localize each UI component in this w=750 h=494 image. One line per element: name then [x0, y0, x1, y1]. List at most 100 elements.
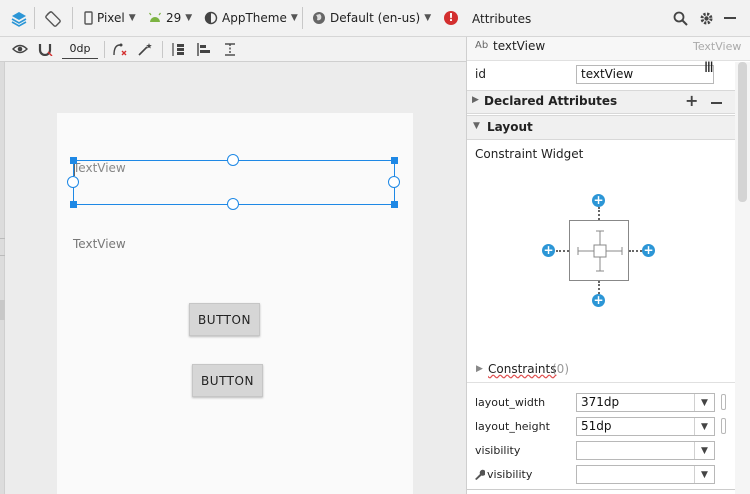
id-label: id — [475, 67, 486, 81]
expand-arrow-icon: ▶ — [476, 364, 483, 374]
error-icon[interactable]: ! — [444, 11, 458, 25]
dropdown-arrow-icon[interactable]: ▼ — [694, 442, 714, 459]
canvas-toolbar: 0dp — [0, 37, 466, 62]
anchor-top[interactable] — [227, 154, 239, 166]
minimize-icon[interactable] — [724, 17, 736, 19]
resize-handle-top-left[interactable] — [70, 157, 77, 164]
constraints-row[interactable]: ▶ Constraints (0) — [467, 359, 750, 383]
chevron-down-icon: ▼ — [185, 13, 193, 23]
expand-arrow-icon: ▶ — [472, 95, 479, 105]
attr-row-tools-visibility: visibility ▼ — [467, 464, 750, 487]
constraints-label: Constraints — [488, 362, 557, 376]
chevron-down-icon: ▼ — [128, 13, 136, 23]
layout-width-field[interactable]: 371dp ▼ — [576, 393, 715, 412]
attr-label: visibility — [487, 468, 533, 481]
infer-constraints-icon[interactable] — [137, 42, 153, 60]
declared-attributes-section[interactable]: ▶ Declared Attributes + — [467, 90, 750, 114]
design-toolbar: Pixel ▼ 29 ▼ AppTheme ▼ Default (en-us) … — [0, 0, 466, 37]
dropdown-arrow-icon[interactable]: ▼ — [694, 418, 714, 435]
wrench-icon — [475, 469, 485, 480]
clear-constraints-icon[interactable] — [112, 42, 128, 60]
globe-icon — [313, 12, 325, 24]
component-type-badge: Ab — [475, 40, 489, 51]
id-row: id textView Ⅲ — [467, 60, 750, 89]
locale-selector[interactable]: Default (en-us) ▼ — [312, 11, 431, 25]
android-icon — [149, 12, 161, 22]
chevron-down-icon: ▼ — [290, 13, 298, 23]
text-cursor — [74, 163, 75, 176]
attr-label: visibility — [475, 444, 521, 457]
declared-attributes-label: Declared Attributes — [484, 94, 618, 108]
align-icon[interactable] — [196, 42, 212, 60]
widget-size-icon — [577, 230, 623, 272]
constraint-widget-label: Constraint Widget — [475, 147, 584, 161]
anchor-left[interactable] — [67, 176, 79, 188]
button-1[interactable]: BUTTON — [189, 303, 260, 336]
tools-visibility-field[interactable]: ▼ — [576, 465, 715, 484]
resize-handle-bottom-right[interactable] — [391, 201, 398, 208]
id-value: textView — [581, 67, 634, 81]
orientation-icon[interactable] — [44, 10, 62, 31]
device-selector[interactable]: Pixel ▼ — [84, 11, 136, 25]
add-left-constraint-icon[interactable]: + — [542, 244, 555, 257]
theme-label: AppTheme — [222, 11, 287, 25]
component-row: Ab textView TextView — [467, 37, 750, 61]
selected-textview-text: TextView — [73, 161, 126, 175]
layers-icon[interactable] — [10, 10, 28, 31]
android-studio-layout-editor: Pixel ▼ 29 ▼ AppTheme ▼ Default (en-us) … — [0, 0, 750, 494]
api-level-selector[interactable]: 29 ▼ — [148, 11, 192, 25]
pack-icon[interactable] — [170, 42, 186, 60]
add-attribute-icon[interactable]: + — [685, 91, 698, 110]
magnet-icon[interactable] — [37, 42, 53, 59]
gear-icon[interactable] — [699, 11, 714, 29]
id-field[interactable]: textView — [576, 65, 714, 84]
constraint-widget-box — [569, 220, 629, 281]
panel-title: Attributes — [472, 12, 532, 26]
attr-label: layout_height — [475, 420, 550, 433]
anchor-right[interactable] — [388, 176, 400, 188]
scrollbar-thumb[interactable] — [738, 62, 747, 202]
phone-icon — [84, 11, 93, 25]
canvas-left-edge — [0, 62, 5, 494]
remove-attribute-icon[interactable] — [711, 102, 722, 104]
layout-label: Layout — [487, 120, 533, 134]
guidelines-icon[interactable] — [222, 42, 238, 60]
button-2[interactable]: BUTTON — [192, 364, 263, 397]
resource-picker[interactable] — [721, 418, 726, 434]
chevron-down-icon: ▼ — [424, 13, 432, 23]
attr-value: 371dp — [581, 395, 620, 409]
theme-icon — [204, 11, 218, 25]
component-name: textView — [493, 39, 546, 53]
dropdown-arrow-icon[interactable]: ▼ — [694, 466, 714, 483]
default-margin-field[interactable]: 0dp — [62, 40, 98, 59]
text-cursor-icon: Ⅲ — [704, 60, 714, 76]
attributes-header: Attributes — [466, 0, 750, 37]
layout-height-field[interactable]: 51dp ▼ — [576, 417, 715, 436]
api-level-label: 29 — [166, 11, 182, 25]
constraints-count: (0) — [552, 362, 569, 376]
default-margin-value: 0dp — [69, 42, 91, 55]
locale-label: Default (en-us) — [330, 11, 421, 25]
attr-row-layout-height: layout_height 51dp ▼ — [467, 416, 750, 439]
layout-section[interactable]: ▼ Layout — [467, 115, 750, 140]
attr-row-layout-width: layout_width 371dp ▼ — [467, 392, 750, 415]
attr-value: 51dp — [581, 419, 612, 433]
attr-row-visibility: visibility ▼ — [467, 440, 750, 463]
resource-picker[interactable] — [721, 394, 726, 410]
dropdown-arrow-icon[interactable]: ▼ — [694, 394, 714, 411]
textview-2[interactable]: TextView — [73, 237, 126, 251]
resize-handle-bottom-left[interactable] — [70, 201, 77, 208]
add-right-constraint-icon[interactable]: + — [642, 244, 655, 257]
device-label: Pixel — [97, 11, 125, 25]
anchor-bottom[interactable] — [227, 198, 239, 210]
add-top-constraint-icon[interactable]: + — [592, 194, 605, 207]
component-class: TextView — [693, 40, 742, 53]
visibility-field[interactable]: ▼ — [576, 441, 715, 460]
eye-icon[interactable] — [12, 43, 28, 58]
attr-label: layout_width — [475, 396, 546, 409]
theme-selector[interactable]: AppTheme ▼ — [204, 11, 298, 25]
collapse-arrow-icon: ▼ — [473, 121, 480, 131]
search-icon[interactable] — [673, 11, 688, 29]
resize-handle-top-right[interactable] — [391, 157, 398, 164]
add-bottom-constraint-icon[interactable]: + — [592, 294, 605, 307]
